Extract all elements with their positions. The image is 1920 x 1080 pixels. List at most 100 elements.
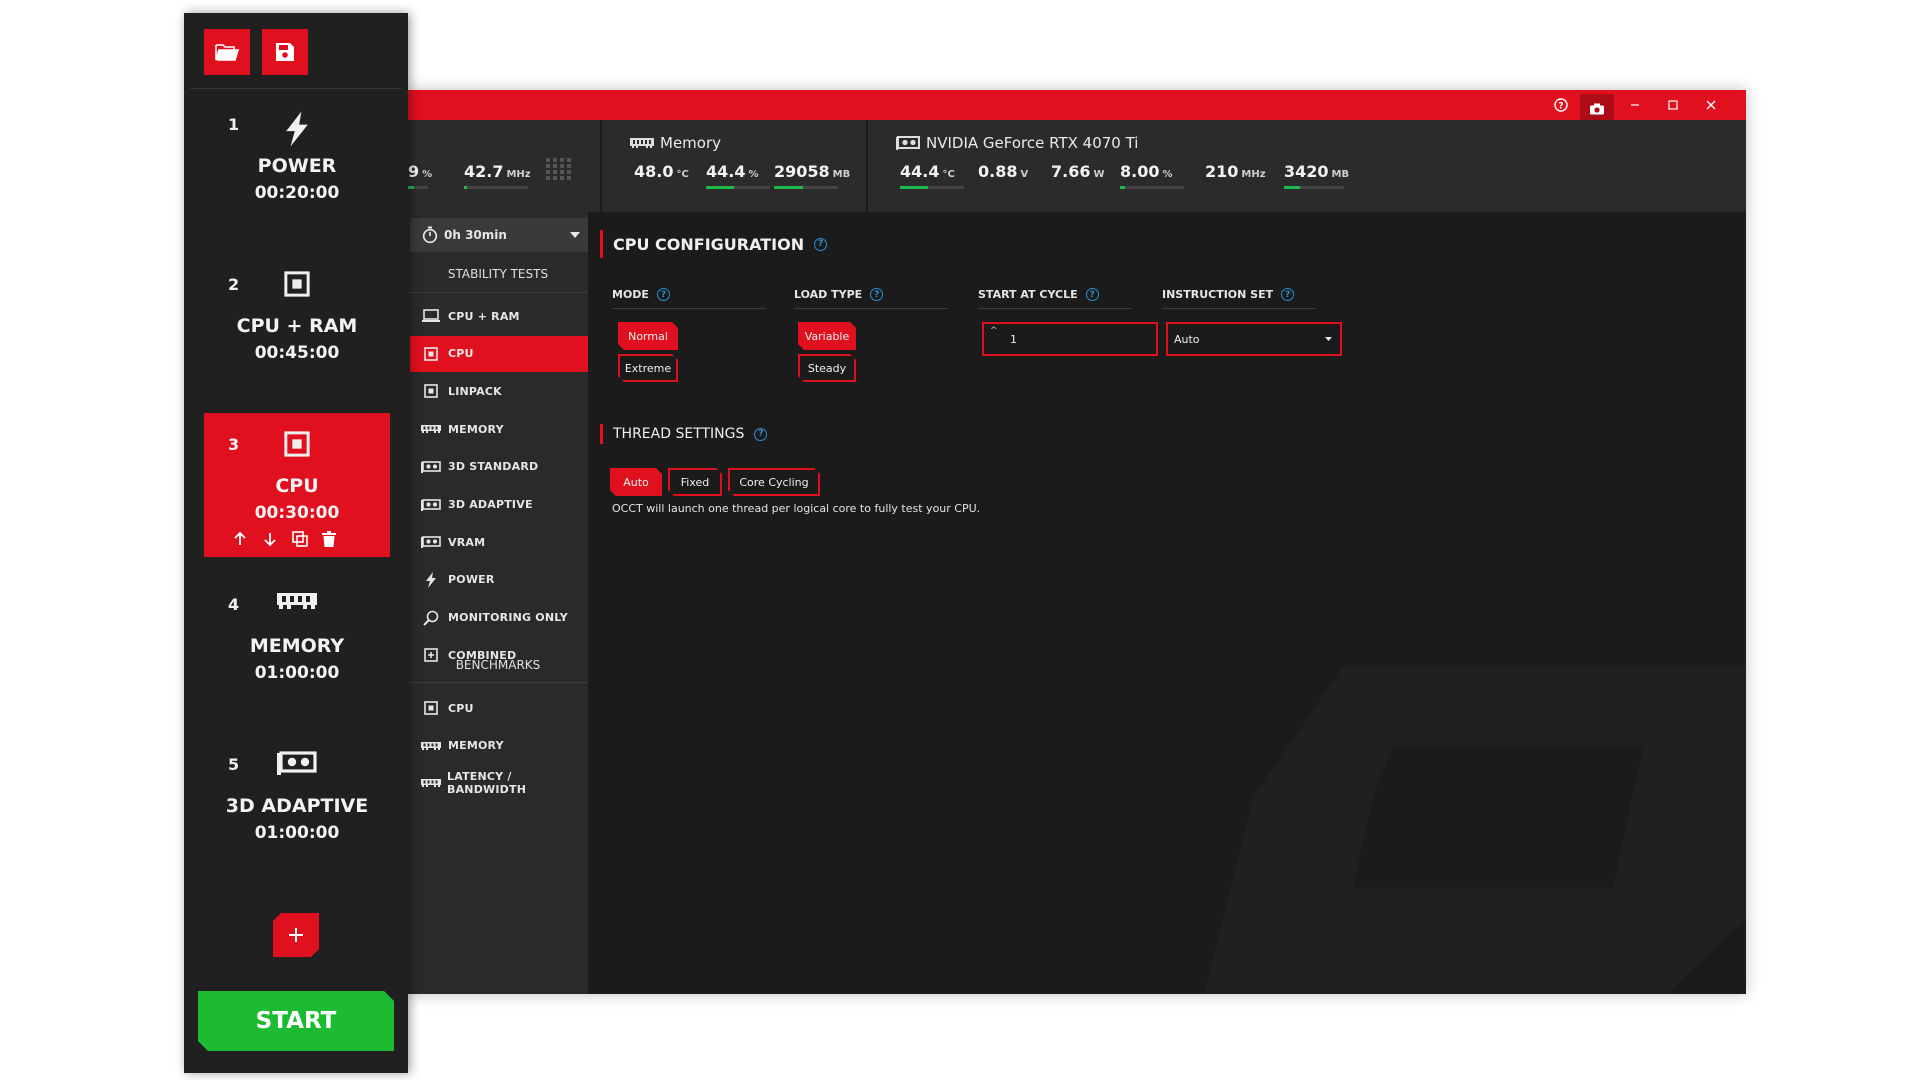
mode-extreme-button[interactable]: Extreme <box>618 354 678 382</box>
start-button[interactable]: START <box>198 991 394 1051</box>
sidebar-divider <box>190 88 402 89</box>
nav-item-label: CPU <box>448 347 474 361</box>
gpu-usage-stat: 8.00% <box>1120 162 1184 189</box>
arrow-down-icon[interactable] <box>262 531 278 547</box>
gpu-group-title: NVIDIA GeForce RTX 4070 Ti <box>896 134 1138 152</box>
profile-step-4[interactable]: 4 MEMORY 01:00:00 <box>204 573 390 717</box>
column-divider <box>1162 308 1316 309</box>
gpu-temp-stat: 44.4 °C <box>900 162 964 189</box>
instruction-set-select[interactable]: Auto <box>1166 322 1342 356</box>
threads-fixed-button[interactable]: Fixed <box>668 468 722 496</box>
stats-divider <box>600 120 602 212</box>
folder-open-icon <box>215 42 239 62</box>
nav-divider <box>408 682 588 683</box>
column-divider <box>794 308 948 309</box>
gpu-vram-stat: 3420 MB <box>1284 162 1349 189</box>
cpu-grid-icon <box>546 158 572 180</box>
stopwatch-icon <box>422 226 438 244</box>
gpu-power-stat: 7.66 W <box>1051 162 1105 181</box>
stats-divider <box>866 120 868 212</box>
bench-item-cpu[interactable]: CPU <box>410 690 588 726</box>
cpu-icon <box>420 384 442 399</box>
memory-temp-stat: 48.0 °C <box>634 162 689 181</box>
help-icon[interactable]: ? <box>754 427 768 441</box>
cpu-icon <box>420 701 442 715</box>
step-name: POWER <box>257 155 337 177</box>
monitoring-stats-bar: 9% 42.7 MHz Memory 48.0 °C 44.4 % 29058 … <box>408 120 1746 212</box>
threads-core-cycling-button[interactable]: Core Cycling <box>728 468 820 496</box>
trash-icon[interactable] <box>322 531 336 547</box>
plus-icon <box>288 927 304 943</box>
test-nav: 0h 30min STABILITY TESTS CPU + RAM CPU LIN… <box>408 212 588 994</box>
help-icon[interactable]: ? <box>1281 288 1295 301</box>
brand-watermark <box>1203 667 1746 994</box>
mode-normal-button[interactable]: Normal <box>618 322 678 350</box>
stability-tests-header: STABILITY TESTS <box>447 267 549 281</box>
nav-item-linpack[interactable]: LINPACK <box>410 373 588 409</box>
cpu-icon <box>284 431 310 457</box>
help-icon[interactable]: ? <box>814 237 828 251</box>
maximize-icon[interactable] <box>1656 90 1690 120</box>
nav-item-cpu[interactable]: CPU <box>410 335 588 372</box>
nav-item-memory[interactable]: MEMORY <box>410 411 588 447</box>
save-icon <box>275 42 295 62</box>
profile-step-5[interactable]: 5 3D ADAPTIVE 01:00:00 <box>204 733 390 877</box>
add-step-button[interactable] <box>273 913 319 957</box>
spinner-up-icon[interactable]: ^ <box>990 326 998 336</box>
nav-item-vram[interactable]: VRAM <box>410 524 588 560</box>
help-icon[interactable]: ? <box>656 288 670 301</box>
nav-item-3d-adaptive[interactable]: 3D ADAPTIVE <box>410 487 588 523</box>
profile-sidebar: 1 POWER 00:20:00 2 CPU + RAM 00:45:00 3 … <box>184 13 408 1073</box>
help-icon[interactable]: ? <box>870 288 884 301</box>
gpu-icon <box>277 751 317 775</box>
bolt-icon <box>284 111 310 147</box>
nav-divider <box>408 292 588 293</box>
start-at-cycle-input[interactable]: ^ 1 <box>982 322 1158 356</box>
arrow-up-icon[interactable] <box>232 531 248 547</box>
nav-item-label: CPU <box>448 701 474 715</box>
nav-item-label: 3D STANDARD <box>448 460 539 474</box>
duplicate-icon[interactable] <box>292 531 308 547</box>
close-icon[interactable] <box>1694 90 1728 120</box>
nav-item-monitoring-only[interactable]: MONITORING ONLY <box>410 600 588 636</box>
gpu-icon <box>420 498 442 511</box>
help-icon[interactable]: ? <box>1085 288 1099 301</box>
threads-auto-button[interactable]: Auto <box>610 468 662 496</box>
memory-used-stat: 29058 MB <box>774 162 850 189</box>
bench-item-latency-bandwidth[interactable]: LATENCY / BANDWIDTH <box>410 765 588 801</box>
profile-step-1[interactable]: 1 POWER 00:20:00 <box>204 93 390 237</box>
bolt-icon <box>420 571 442 588</box>
duration-dropdown[interactable]: 0h 30min <box>410 218 588 252</box>
minimize-icon[interactable] <box>1618 90 1652 120</box>
load-variable-button[interactable]: Variable <box>798 322 856 350</box>
bench-item-memory[interactable]: MEMORY <box>410 728 588 764</box>
thread-settings-header: THREAD SETTINGS ? <box>600 424 768 444</box>
open-profile-button[interactable] <box>204 29 250 75</box>
gpu-icon <box>896 136 920 150</box>
nav-item-label: CPU + RAM <box>448 309 520 323</box>
profile-step-2[interactable]: 2 CPU + RAM 00:45:00 <box>204 253 390 397</box>
memory-usage-bar <box>706 186 735 189</box>
nav-item-label: 3D ADAPTIVE <box>448 498 533 511</box>
duration-value: 0h 30min <box>444 228 507 242</box>
caret-down-icon <box>1325 337 1332 341</box>
load-steady-button[interactable]: Steady <box>798 354 856 382</box>
save-profile-button[interactable] <box>262 29 308 75</box>
monitor-icon <box>420 309 442 323</box>
profile-step-3[interactable]: 3 CPU 00:30:00 <box>204 413 390 557</box>
gpu-temp-bar <box>900 186 929 189</box>
nav-item-label: LATENCY / BANDWIDTH <box>447 770 527 797</box>
cpu-clock-stat: 42.7 MHz <box>464 162 531 189</box>
cpu-config-header: CPU CONFIGURATION ? <box>600 230 828 258</box>
nav-item-cpu-ram[interactable]: CPU + RAM <box>410 298 588 334</box>
nav-item-3d-standard[interactable]: 3D STANDARD <box>410 449 588 485</box>
cycle-value: 1 <box>1010 332 1017 346</box>
nav-item-label: MEMORY <box>448 739 504 753</box>
help-icon[interactable]: ? <box>1544 90 1578 120</box>
nav-item-power[interactable]: POWER <box>410 562 588 598</box>
cpu-config-panel: CPU CONFIGURATION ? MODE? Normal Extreme… <box>588 212 1746 994</box>
step-name: 3D ADAPTIVE <box>225 795 369 817</box>
gpu-voltage-stat: 0.88 V <box>978 162 1029 181</box>
gpu-usage-bar <box>1120 186 1126 189</box>
start-at-cycle-label: START AT CYCLE? <box>978 288 1099 301</box>
